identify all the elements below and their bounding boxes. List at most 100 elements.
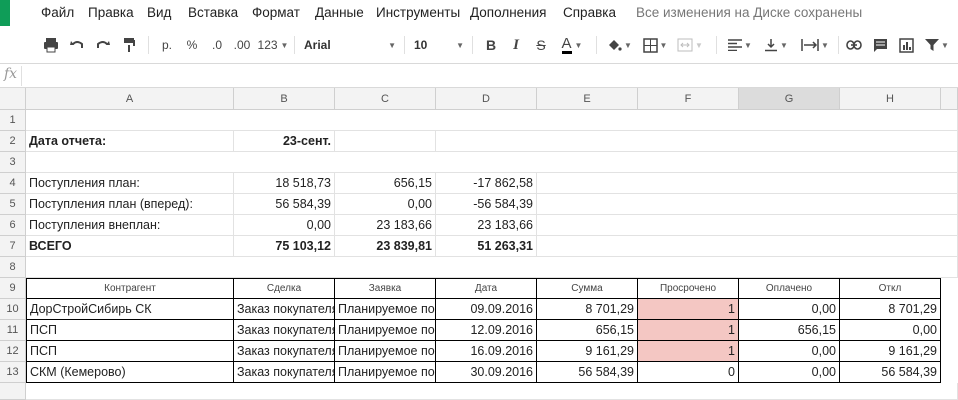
- row-header-11[interactable]: 11: [0, 320, 26, 341]
- table-row-1-deal[interactable]: Заказ покупателя: [234, 299, 335, 320]
- table-row-2-deviation[interactable]: 0,00: [840, 320, 941, 341]
- cell-e7-h7[interactable]: [537, 236, 958, 257]
- increase-decimal-button[interactable]: .00: [231, 34, 253, 56]
- table-row-2-contractor[interactable]: ПСП: [26, 320, 234, 341]
- column-header-next[interactable]: [941, 88, 958, 110]
- cell-c7[interactable]: 23 839,81: [335, 236, 436, 257]
- table-row-2-paid[interactable]: 656,15: [739, 320, 840, 341]
- cell-b7[interactable]: 75 103,12: [234, 236, 335, 257]
- row-header-6[interactable]: 6: [0, 215, 26, 236]
- row-header-13[interactable]: 13: [0, 362, 26, 383]
- horizontal-align-icon[interactable]: ▼: [726, 34, 754, 56]
- cell-b5[interactable]: 56 584,39: [234, 194, 335, 215]
- column-header-a[interactable]: A: [26, 88, 234, 110]
- cell-a5[interactable]: Поступления план (вперед):: [26, 194, 234, 215]
- table-row-1-sum[interactable]: 8 701,29: [537, 299, 638, 320]
- table-header-paid[interactable]: Оплачено: [739, 278, 840, 299]
- row-3-empty[interactable]: [26, 152, 958, 173]
- undo-icon[interactable]: [68, 34, 86, 56]
- row-14-empty[interactable]: [26, 383, 958, 400]
- table-header-request[interactable]: Заявка: [335, 278, 436, 299]
- column-header-f[interactable]: F: [638, 88, 739, 110]
- cell-d6[interactable]: 23 183,66: [436, 215, 537, 236]
- table-row-3-contractor[interactable]: ПСП: [26, 341, 234, 362]
- table-row-3-paid[interactable]: 0,00: [739, 341, 840, 362]
- row-8-empty[interactable]: [26, 257, 958, 278]
- menu-addons[interactable]: Дополнения: [470, 5, 546, 20]
- table-row-3-overdue[interactable]: 1: [638, 341, 739, 362]
- table-row-3-date[interactable]: 16.09.2016: [436, 341, 537, 362]
- cell-a6[interactable]: Поступления внеплан:: [26, 215, 234, 236]
- table-row-1-deviation[interactable]: 8 701,29: [840, 299, 941, 320]
- menu-view[interactable]: Вид: [147, 5, 171, 20]
- cell-b4[interactable]: 18 518,73: [234, 173, 335, 194]
- column-header-b[interactable]: B: [234, 88, 335, 110]
- link-icon[interactable]: [845, 34, 863, 56]
- row-header-12[interactable]: 12: [0, 341, 26, 362]
- currency-format-button[interactable]: р.: [158, 34, 176, 56]
- table-row-2-date[interactable]: 12.09.2016: [436, 320, 537, 341]
- table-row-1-contractor[interactable]: ДорСтройСибирь СК: [26, 299, 234, 320]
- menu-edit[interactable]: Правка: [88, 5, 134, 20]
- vertical-align-icon[interactable]: ▼: [762, 34, 790, 56]
- table-row-1-request[interactable]: Планируемое поступление: [335, 299, 436, 320]
- table-row-4-request[interactable]: Планируемое поступление: [335, 362, 436, 383]
- row-header-8[interactable]: 8: [0, 257, 26, 278]
- print-icon[interactable]: [42, 34, 60, 56]
- italic-button[interactable]: I: [507, 34, 525, 56]
- table-header-deviation[interactable]: Откл: [840, 278, 941, 299]
- table-row-3-deviation[interactable]: 9 161,29: [840, 341, 941, 362]
- cell-c6[interactable]: 23 183,66: [335, 215, 436, 236]
- cell-c5[interactable]: 0,00: [335, 194, 436, 215]
- table-row-2-overdue[interactable]: 1: [638, 320, 739, 341]
- row-header-5[interactable]: 5: [0, 194, 26, 215]
- table-row-4-deviation[interactable]: 56 584,39: [840, 362, 941, 383]
- table-header-sum[interactable]: Сумма: [537, 278, 638, 299]
- cell-a2[interactable]: Дата отчета:: [26, 131, 234, 152]
- save-status[interactable]: Все изменения на Диске сохранены: [636, 5, 862, 20]
- chart-icon[interactable]: [897, 34, 915, 56]
- row-header-3[interactable]: 3: [0, 152, 26, 173]
- cell-c4[interactable]: 656,15: [335, 173, 436, 194]
- borders-icon[interactable]: ▼: [641, 34, 669, 56]
- menu-insert[interactable]: Вставка: [188, 5, 238, 20]
- table-row-3-deal[interactable]: Заказ покупателя: [234, 341, 335, 362]
- cell-d5[interactable]: -56 584,39: [436, 194, 537, 215]
- fill-color-icon[interactable]: ▼: [606, 34, 632, 56]
- text-wrap-icon[interactable]: ▼: [798, 34, 832, 56]
- cell-a7[interactable]: ВСЕГО: [26, 236, 234, 257]
- cell-e6-h6[interactable]: [537, 215, 958, 236]
- table-row-2-request[interactable]: Планируемое поступление: [335, 320, 436, 341]
- cell-b2[interactable]: 23-сент.: [234, 131, 335, 152]
- font-size-select[interactable]: 10 ▼: [414, 34, 464, 56]
- table-row-4-date[interactable]: 30.09.2016: [436, 362, 537, 383]
- comment-icon[interactable]: [871, 34, 889, 56]
- formula-input[interactable]: [24, 66, 954, 86]
- table-header-overdue[interactable]: Просрочено: [638, 278, 739, 299]
- row-header-10[interactable]: 10: [0, 299, 26, 320]
- cell-b6[interactable]: 0,00: [234, 215, 335, 236]
- table-row-4-sum[interactable]: 56 584,39: [537, 362, 638, 383]
- menu-file[interactable]: Файл: [41, 5, 74, 20]
- column-header-d[interactable]: D: [436, 88, 537, 110]
- percent-format-button[interactable]: %: [183, 34, 201, 56]
- column-header-c[interactable]: C: [335, 88, 436, 110]
- table-row-4-paid[interactable]: 0,00: [739, 362, 840, 383]
- strikethrough-button[interactable]: S: [532, 34, 550, 56]
- filter-icon[interactable]: ▼: [923, 34, 951, 56]
- cell-c2[interactable]: [335, 131, 436, 152]
- cell-e4-h4[interactable]: [537, 173, 958, 194]
- table-row-1-overdue[interactable]: 1: [638, 299, 739, 320]
- row-header-1[interactable]: 1: [0, 110, 26, 131]
- menu-format[interactable]: Формат: [252, 5, 300, 20]
- menu-tools[interactable]: Инструменты: [376, 5, 460, 20]
- table-row-3-sum[interactable]: 9 161,29: [537, 341, 638, 362]
- table-row-2-sum[interactable]: 656,15: [537, 320, 638, 341]
- row-header-14[interactable]: [0, 383, 26, 400]
- cell-e5-h5[interactable]: [537, 194, 958, 215]
- table-row-3-request[interactable]: Планируемое поступление: [335, 341, 436, 362]
- menu-help[interactable]: Справка: [563, 5, 616, 20]
- row-header-7[interactable]: 7: [0, 236, 26, 257]
- redo-icon[interactable]: [94, 34, 112, 56]
- table-row-4-overdue[interactable]: 0: [638, 362, 739, 383]
